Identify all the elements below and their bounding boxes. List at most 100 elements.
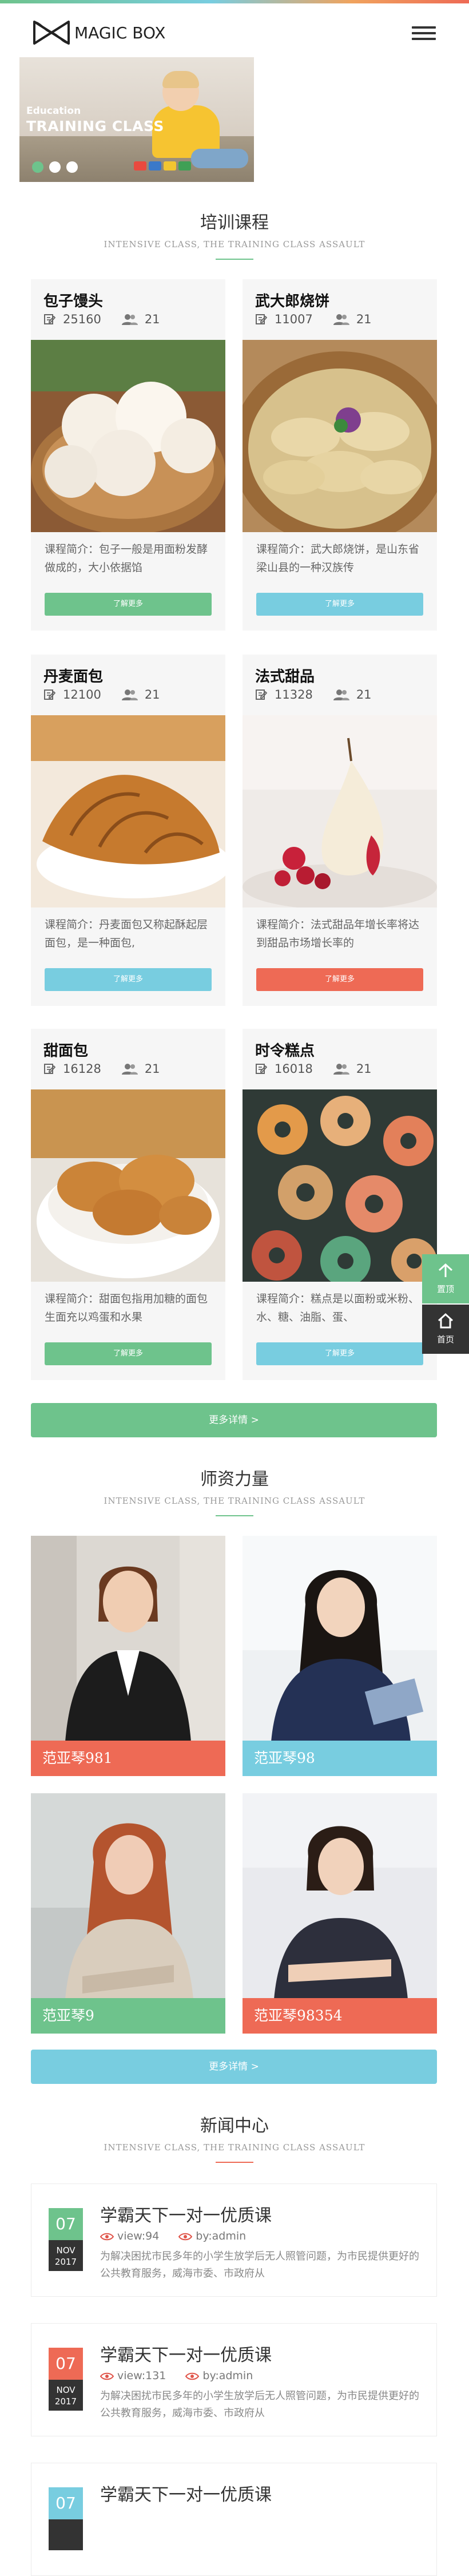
news-views: view:131 bbox=[117, 2369, 166, 2382]
edit-book-icon bbox=[43, 688, 56, 701]
course-image[interactable] bbox=[31, 715, 225, 907]
courses-title: 培训课程 bbox=[200, 213, 269, 233]
course-views: 11007 bbox=[275, 312, 313, 326]
carousel-dot-3[interactable] bbox=[66, 161, 78, 173]
news-month: NOV bbox=[56, 2245, 75, 2256]
back-to-top-button[interactable]: 置顶 bbox=[422, 1254, 469, 1303]
news-title[interactable]: 学霸天下一对一优质课 bbox=[100, 2480, 272, 2506]
author-icon bbox=[178, 2232, 193, 2241]
news-year: 2017 bbox=[54, 2396, 77, 2407]
course-image[interactable] bbox=[243, 1089, 437, 1282]
users-icon bbox=[121, 688, 138, 701]
course-description: 课程简介：丹麦面包又称起酥起层面包，是一种面包, bbox=[45, 918, 208, 949]
teacher-photo[interactable] bbox=[243, 1536, 437, 1742]
learn-more-button[interactable]: 了解更多 bbox=[256, 593, 423, 616]
course-card[interactable]: 包子馒头 25160 21 课程简介：包子一般是用面粉发酵做成的，大小依据馅 了… bbox=[31, 279, 225, 631]
course-image[interactable] bbox=[31, 340, 225, 532]
back-to-top-label: 置顶 bbox=[436, 1284, 454, 1294]
users-icon bbox=[121, 1063, 138, 1075]
news-title[interactable]: 学霸天下一对一优质课 bbox=[100, 2341, 272, 2366]
teacher-card[interactable]: 范亚琴98 bbox=[243, 1536, 437, 1776]
teacher-photo[interactable] bbox=[31, 1793, 225, 1999]
learn-more-button[interactable]: 了解更多 bbox=[256, 1342, 423, 1365]
users-icon bbox=[121, 313, 138, 326]
news-author: by:admin bbox=[196, 2230, 247, 2242]
edit-book-icon bbox=[255, 1063, 268, 1075]
teachers-more-button[interactable]: 更多详情 > bbox=[31, 2050, 437, 2084]
course-image[interactable] bbox=[243, 340, 437, 532]
home-button[interactable]: 首页 bbox=[422, 1305, 469, 1354]
banner-caption-big: TRAINING CLASS bbox=[26, 118, 164, 134]
teachers-title: 师资力量 bbox=[200, 1469, 269, 1489]
learn-more-button[interactable]: 了解更多 bbox=[45, 1342, 212, 1365]
course-likes: 21 bbox=[356, 1062, 372, 1076]
news-date-badge: 07 bbox=[49, 2487, 83, 2550]
toy-train bbox=[134, 161, 146, 171]
course-description: 课程简介：糕点是以面粉或米粉、水、糖、油脂、蛋、 bbox=[256, 1293, 420, 1323]
banner-caption: Education TRAINING CLASS bbox=[26, 105, 164, 134]
home-icon bbox=[438, 1313, 454, 1329]
course-name[interactable]: 甜面包 bbox=[43, 1039, 88, 1060]
course-image[interactable] bbox=[243, 715, 437, 907]
logo[interactable]: MAGIC BOX bbox=[31, 18, 165, 47]
course-description: 课程简介：甜面包指用加糖的面包生面充以鸡蛋和水果 bbox=[45, 1293, 208, 1323]
course-image[interactable] bbox=[31, 1089, 225, 1282]
news-item[interactable]: 07 学霸天下一对一优质课 bbox=[31, 2463, 437, 2576]
learn-more-button[interactable]: 了解更多 bbox=[45, 968, 212, 991]
news-item[interactable]: 07 NOV 2017 学霸天下一对一优质课 view:94 by:admin … bbox=[31, 2183, 437, 2297]
users-icon bbox=[333, 688, 349, 701]
teachers-section-header: 师资力量 INTENSIVE CLASS, THE TRAINING CLASS… bbox=[0, 1465, 469, 1516]
news-author: by:admin bbox=[202, 2369, 253, 2382]
users-icon bbox=[333, 313, 349, 326]
courses-section-header: 培训课程 INTENSIVE CLASS, THE TRAINING CLASS… bbox=[0, 208, 469, 260]
course-card[interactable]: 武大郎烧饼 11007 21 课程简介：武大郎烧饼，是山东省梁山县的一种汉族传 … bbox=[243, 279, 437, 631]
brand-name: MAGIC BOX bbox=[74, 23, 166, 42]
news-section-header: 新闻中心 INTENSIVE CLASS, THE TRAINING CLASS… bbox=[0, 2111, 469, 2163]
news-title: 新闻中心 bbox=[200, 2116, 269, 2136]
arrow-up-icon bbox=[438, 1263, 453, 1277]
home-label: 首页 bbox=[436, 1334, 454, 1345]
logo-mark-icon bbox=[33, 21, 70, 45]
course-name[interactable]: 武大郎烧饼 bbox=[255, 290, 329, 311]
teacher-photo[interactable] bbox=[31, 1536, 225, 1742]
teacher-name[interactable]: 范亚琴98354 bbox=[243, 1998, 437, 2034]
news-meta: view:131 by:admin bbox=[100, 2369, 253, 2382]
carousel-dot-1[interactable] bbox=[32, 161, 43, 173]
news-meta: view:94 by:admin bbox=[100, 2230, 246, 2242]
course-name[interactable]: 法式甜品 bbox=[255, 665, 315, 686]
course-name[interactable]: 包子馒头 bbox=[43, 290, 103, 311]
course-likes: 21 bbox=[356, 688, 372, 702]
course-card[interactable]: 法式甜品 11328 21 课程简介：法式甜品年增长率将达到甜品市场增长率的 了… bbox=[243, 655, 437, 1006]
course-card[interactable]: 时令糕点 16018 21 课程简介：糕点是以面粉或米粉、水、糖、油脂、蛋、 了… bbox=[243, 1029, 437, 1380]
news-date-badge: 07 NOV 2017 bbox=[49, 2208, 83, 2271]
course-views: 16018 bbox=[275, 1062, 313, 1076]
course-name[interactable]: 丹麦面包 bbox=[43, 665, 103, 686]
course-description: 课程简介：包子一般是用面粉发酵做成的，大小依据馅 bbox=[45, 543, 208, 574]
course-meta: 12100 21 bbox=[43, 688, 160, 702]
news-date-badge: 07 NOV 2017 bbox=[49, 2348, 83, 2411]
learn-more-button[interactable]: 了解更多 bbox=[256, 968, 423, 991]
carousel-dot-2[interactable] bbox=[49, 161, 61, 173]
teacher-name[interactable]: 范亚琴9 bbox=[31, 1998, 225, 2034]
teacher-card[interactable]: 范亚琴9 bbox=[31, 1793, 225, 2034]
news-views: view:94 bbox=[117, 2230, 160, 2242]
news-item[interactable]: 07 NOV 2017 学霸天下一对一优质课 view:131 by:admin… bbox=[31, 2323, 437, 2436]
learn-more-button[interactable]: 了解更多 bbox=[45, 593, 212, 616]
course-card[interactable]: 丹麦面包 12100 21 课程简介：丹麦面包又称起酥起层面包，是一种面包, 了… bbox=[31, 655, 225, 1006]
teachers-subtitle: INTENSIVE CLASS, THE TRAINING CLASS ASSA… bbox=[104, 1496, 365, 1506]
news-day: 07 bbox=[49, 2487, 83, 2519]
teacher-photo[interactable] bbox=[243, 1793, 437, 1999]
teacher-card[interactable]: 范亚琴98354 bbox=[243, 1793, 437, 2034]
course-card[interactable]: 甜面包 16128 21 课程简介：甜面包指用加糖的面包生面充以鸡蛋和水果 了解… bbox=[31, 1029, 225, 1380]
course-views: 12100 bbox=[63, 688, 101, 702]
teacher-name[interactable]: 范亚琴981 bbox=[31, 1741, 225, 1776]
teacher-card[interactable]: 范亚琴981 bbox=[31, 1536, 225, 1776]
courses-more-button[interactable]: 更多详情 > bbox=[31, 1403, 437, 1437]
teacher-name[interactable]: 范亚琴98 bbox=[243, 1741, 437, 1776]
hero-banner[interactable]: Education TRAINING CLASS bbox=[19, 57, 254, 182]
carousel-dots bbox=[32, 161, 78, 173]
hamburger-menu-icon[interactable] bbox=[412, 26, 436, 43]
news-title[interactable]: 学霸天下一对一优质课 bbox=[100, 2201, 272, 2226]
edit-book-icon bbox=[43, 313, 56, 326]
course-name[interactable]: 时令糕点 bbox=[255, 1039, 315, 1060]
